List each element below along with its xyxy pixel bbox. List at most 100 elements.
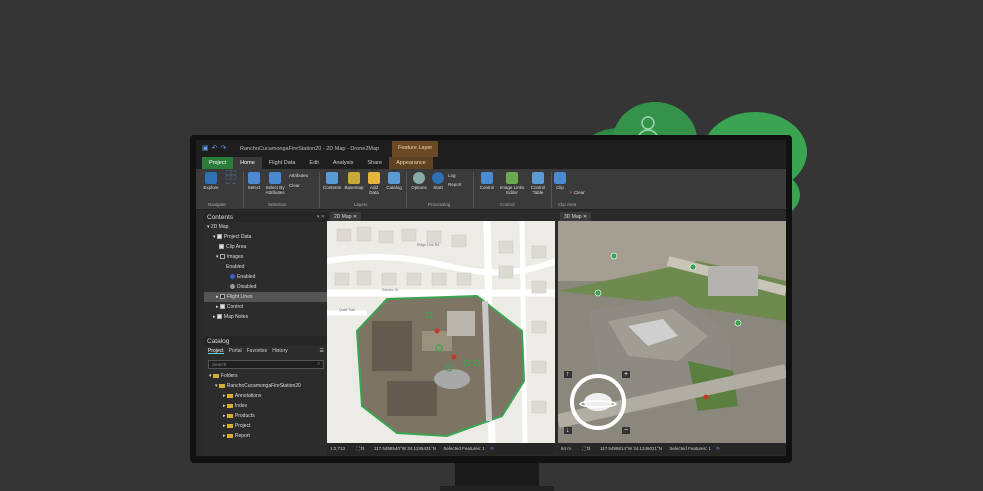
catalog-tabs: Project Portal Favorites History ☰ — [204, 346, 328, 356]
save-icon[interactable]: ▣ — [202, 144, 209, 152]
tab-share[interactable]: Share — [360, 157, 389, 169]
catalog-tab-favorites[interactable]: Favorites — [247, 348, 268, 354]
control-button[interactable]: Control — [477, 172, 497, 190]
group-selection: Selection — [268, 202, 287, 207]
navigator-widget[interactable] — [565, 369, 631, 435]
contents-pane: Contents ▾ ✕ ▾ 2D Map ▾ Project Data Cli… — [204, 212, 328, 335]
tree-item-images[interactable]: ▾ Images — [204, 252, 328, 262]
map-3d-status-bar: 64 m ⛶ ⇅ 117.5499814°W 34.1246021°N Sele… — [558, 443, 786, 455]
tab-project[interactable]: Project — [202, 157, 234, 169]
explore-button[interactable]: Explore — [200, 172, 222, 190]
nav-tools-icon[interactable]: ⛶ ⇅ — [582, 446, 590, 451]
zoom-in-button[interactable]: + — [622, 371, 631, 378]
catalog-project-folder[interactable]: ▾ RanchoCucamongaFireStation20 — [204, 381, 328, 391]
tab-analysis[interactable]: Analysis — [326, 157, 360, 169]
catalog-button[interactable]: Catalog — [384, 172, 404, 190]
map-2d-status-bar: 1:2,713 ⛶ ⇅ 117.5498540°W 34.1245431°N S… — [327, 443, 555, 455]
tree-item-map-notes[interactable]: ▸ Map Notes — [204, 312, 328, 322]
tilt-up-button[interactable]: ↑ — [564, 371, 572, 378]
tilt-down-button[interactable]: ↓ — [564, 427, 572, 434]
play-icon — [432, 172, 444, 184]
options-button[interactable]: Options — [408, 172, 430, 190]
refresh-icon[interactable]: ⟳ — [716, 446, 720, 451]
navigate-arrows-icon[interactable]: ⬚⬚ ⬚⬚ ←→ — [220, 170, 242, 186]
catalog-folder-products[interactable]: ▸ Products — [204, 411, 328, 421]
contents-button[interactable]: Contents — [322, 172, 342, 190]
control-icon — [481, 172, 493, 184]
map-2d-view[interactable]: Ridge Line Rd Rancho St Quail Trail — [327, 221, 555, 443]
redo-icon[interactable]: ↷ — [221, 144, 227, 152]
close-icon: ✕ — [569, 190, 573, 195]
street-label: Quail Trail — [339, 308, 355, 312]
tab-appearance[interactable]: Appearance — [389, 157, 433, 169]
tab-edit[interactable]: Edit — [302, 157, 325, 169]
control-table-button[interactable]: Control Table — [527, 172, 549, 195]
catalog-search-input[interactable]: Search ⌕ — [208, 360, 324, 369]
tree-item-project-data[interactable]: ▾ Project Data — [204, 232, 328, 242]
zoom-out-button[interactable]: − — [622, 427, 631, 434]
checkbox[interactable] — [216, 234, 222, 240]
tree-item-flight-lines[interactable]: ▸ Flight Lines — [204, 292, 328, 302]
catalog-tab-history[interactable]: History — [272, 348, 288, 354]
menu-icon[interactable]: ☰ — [320, 348, 324, 354]
folder-icon — [226, 393, 233, 398]
add-data-button[interactable]: Add Data — [366, 172, 382, 195]
tab-3d-map[interactable]: 3D Map ✕ — [560, 212, 592, 221]
window-title: RanchoCucamongaFireStation20 - 2D Map - … — [240, 146, 380, 152]
tree-item-clip-area[interactable]: Clip Area — [204, 242, 328, 252]
image-links-icon — [506, 172, 518, 184]
contents-icon — [326, 172, 338, 184]
group-processing: Processing — [428, 202, 451, 207]
monitor-base — [440, 486, 554, 491]
clip-button[interactable]: Clip — [553, 172, 567, 190]
nav-tools-icon[interactable]: ⛶ ⇅ — [356, 446, 364, 451]
tree-item-control[interactable]: ▸ Control — [204, 302, 328, 312]
scale-selector[interactable]: 1:2,713 — [330, 446, 345, 451]
checkbox[interactable] — [219, 304, 225, 310]
start-button[interactable]: Start — [431, 172, 445, 190]
tab-home[interactable]: Home — [233, 157, 262, 169]
log-button[interactable]: Log — [448, 173, 456, 178]
checkbox[interactable] — [219, 254, 225, 260]
group-layers: Layers — [354, 202, 368, 207]
map-2d-graphic: Ridge Line Rd Rancho St Quail Trail — [327, 221, 555, 443]
folder-icon — [226, 433, 233, 438]
attributes-button[interactable]: Attributes — [289, 173, 308, 178]
catalog-tab-portal[interactable]: Portal — [229, 348, 242, 354]
scale-selector[interactable]: 64 m — [561, 446, 571, 451]
clear-selection-button[interactable]: Clear — [289, 183, 300, 188]
street-label: Ridge Line Rd — [417, 243, 439, 247]
group-navigate: Navigate — [208, 202, 226, 207]
catalog-folders[interactable]: ▾ Folders — [204, 371, 328, 381]
tab-2d-map[interactable]: 2D Map ✕ — [330, 212, 362, 221]
basemap-button[interactable]: Basemap — [343, 172, 365, 190]
select-icon — [248, 172, 260, 184]
catalog-folder-report[interactable]: ▸ Report — [204, 431, 328, 441]
folder-icon — [226, 413, 233, 418]
catalog-folder-index[interactable]: ▸ Index — [204, 401, 328, 411]
monitor: ▣ ↶ ↷ RanchoCucamongaFireStation20 - 2D … — [190, 135, 792, 463]
report-button[interactable]: Report — [448, 182, 462, 187]
catalog-title: Catalog — [207, 338, 230, 345]
undo-icon[interactable]: ↶ — [212, 144, 218, 152]
refresh-icon[interactable]: ⟳ — [490, 446, 494, 451]
pane-controls-icon[interactable]: ▾ ✕ — [317, 214, 325, 220]
checkbox[interactable] — [219, 244, 224, 250]
tab-flight-data[interactable]: Flight Data — [262, 157, 303, 169]
checkbox[interactable] — [219, 294, 225, 300]
folder-icon — [212, 373, 219, 378]
gear-icon — [413, 172, 425, 184]
folder-icon — [226, 403, 233, 408]
map-3d-view[interactable]: ↑ + ↓ − — [558, 221, 786, 443]
checkbox[interactable] — [216, 314, 222, 320]
catalog-folder-project[interactable]: ▸ Project — [204, 421, 328, 431]
clip-clear-button[interactable]: ✕ Clear — [569, 190, 585, 195]
tree-item-2d-map[interactable]: ▾ 2D Map — [204, 222, 328, 232]
folder-icon — [226, 423, 233, 428]
catalog-folder-annotations[interactable]: ▸ Annotations — [204, 391, 328, 401]
table-select-icon — [269, 172, 281, 184]
select-by-attributes-button[interactable]: Select By Attributes — [263, 172, 287, 195]
catalog-tab-project[interactable]: Project — [208, 348, 224, 354]
select-button[interactable]: Select — [245, 172, 263, 190]
image-links-editor-button[interactable]: Image Links Editor — [499, 172, 525, 195]
